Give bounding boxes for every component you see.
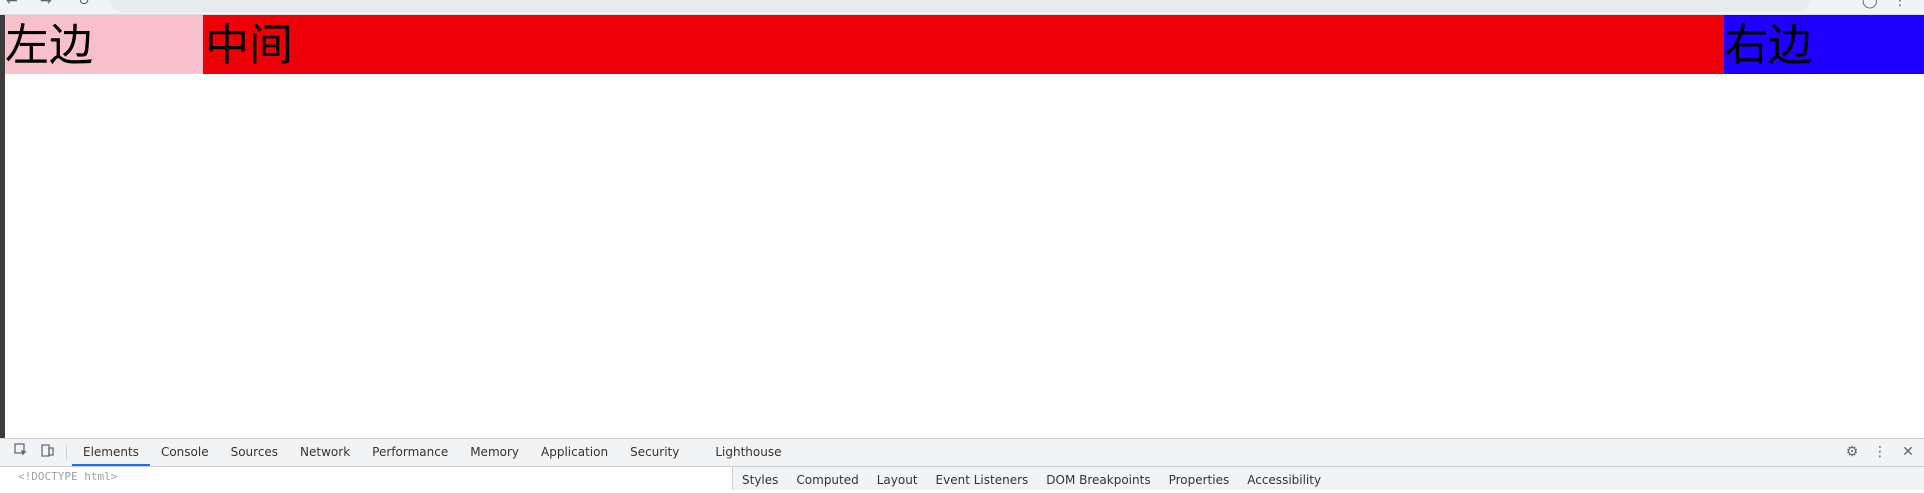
device-toggle-icon[interactable] — [38, 443, 56, 461]
tab-dom-breakpoints[interactable]: DOM Breakpoints — [1037, 467, 1159, 490]
forward-icon[interactable]: → — [40, 0, 52, 8]
more-icon[interactable]: ⋮ — [1871, 443, 1889, 461]
toolbar-divider — [66, 445, 67, 460]
menu-icon[interactable]: ⋮ — [1893, 0, 1907, 8]
tab-performance[interactable]: Performance — [361, 439, 459, 466]
tab-computed[interactable]: Computed — [787, 467, 867, 490]
browser-toolbar: ← → ↻ ◯ ⋮ — [0, 0, 1924, 15]
inspect-icon[interactable] — [12, 443, 30, 461]
tab-sources[interactable]: Sources — [220, 439, 289, 466]
address-bar[interactable] — [110, 0, 1810, 12]
tab-application[interactable]: Application — [530, 439, 619, 466]
close-icon[interactable]: ✕ — [1899, 443, 1917, 461]
tab-memory[interactable]: Memory — [459, 439, 530, 466]
tab-styles[interactable]: Styles — [733, 467, 787, 490]
tab-security[interactable]: Security — [619, 439, 690, 466]
tab-accessibility[interactable]: Accessibility — [1238, 467, 1330, 490]
tab-properties[interactable]: Properties — [1160, 467, 1239, 490]
tab-network[interactable]: Network — [289, 439, 361, 466]
sidebar-pane: Styles Computed Layout Event Listeners D… — [733, 467, 1924, 490]
devtools-panel: Elements Console Sources Network Perform… — [0, 438, 1924, 490]
back-icon[interactable]: ← — [6, 0, 18, 8]
sidebar-tabs: Styles Computed Layout Event Listeners D… — [733, 467, 1330, 490]
tab-elements[interactable]: Elements — [72, 439, 150, 466]
middle-box: 中间 — [203, 15, 1724, 74]
profile-icon[interactable]: ◯ — [1862, 0, 1878, 8]
devtools-toolbar: Elements Console Sources Network Perform… — [0, 439, 1924, 467]
doctype-node[interactable]: <!DOCTYPE html> — [18, 470, 117, 483]
left-box: 左边 — [5, 15, 203, 74]
right-box: 右边 — [1724, 15, 1924, 74]
reload-icon[interactable]: ↻ — [78, 0, 90, 8]
flex-container: 左边 中间 右边 — [5, 15, 1924, 74]
tab-console[interactable]: Console — [150, 439, 220, 466]
settings-icon[interactable]: ⚙ — [1843, 443, 1861, 461]
elements-tree: <!DOCTYPE html> — [0, 467, 733, 490]
tab-layout[interactable]: Layout — [868, 467, 927, 490]
tab-lighthouse[interactable]: Lighthouse — [704, 439, 792, 466]
window-edge — [0, 15, 5, 489]
devtools-tabs: Elements Console Sources Network Perform… — [72, 439, 793, 466]
tab-event-listeners[interactable]: Event Listeners — [927, 467, 1038, 490]
